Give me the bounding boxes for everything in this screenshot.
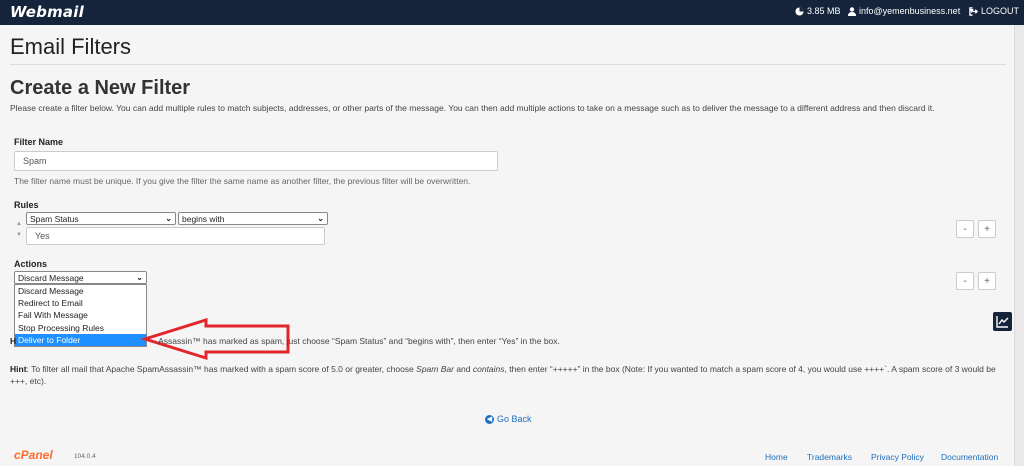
- action-option-stop[interactable]: Stop Processing Rules: [15, 322, 146, 334]
- logout-icon: [969, 6, 978, 16]
- rules-label: Rules: [14, 200, 39, 210]
- remove-rule-button[interactable]: -: [956, 220, 974, 238]
- action-select[interactable]: Discard Message ⌄: [14, 271, 147, 284]
- move-rule-down-icon[interactable]: ▼: [16, 232, 22, 238]
- pie-chart-icon: [795, 6, 804, 16]
- user-email: info@yemenbusiness.net: [859, 6, 961, 16]
- chevron-down-icon: ⌄: [136, 273, 143, 282]
- go-back-label: Go Back: [497, 414, 532, 424]
- footer-link-documentation[interactable]: Documentation: [941, 452, 998, 462]
- action-selected-value: Discard Message: [18, 272, 84, 283]
- disk-usage-indicator[interactable]: 3.85 MB: [795, 6, 841, 16]
- hint2-part2: and: [453, 364, 473, 374]
- hint-spam-status: H Assassin™ has marked as spam, just choo…: [10, 336, 560, 346]
- actions-label: Actions: [14, 259, 48, 269]
- rule-operator-value: begins with: [182, 213, 225, 224]
- hint2-label: Hint: [10, 364, 27, 374]
- footer-link-privacy[interactable]: Privacy Policy: [871, 452, 924, 462]
- filter-name-help: The filter name must be unique. If you g…: [14, 176, 471, 186]
- user-icon: [848, 6, 856, 16]
- webmail-logo[interactable]: Webmail: [10, 3, 84, 21]
- hint2-part1: : To filter all mail that Apache SpamAss…: [26, 364, 417, 374]
- cpanel-version: 104.0.4: [74, 453, 96, 460]
- action-option-redirect[interactable]: Redirect to Email: [15, 297, 146, 309]
- top-navigation-bar: Webmail 3.85 MB info@yemenbusiness.net ▼…: [0, 0, 1024, 25]
- cpanel-logo[interactable]: cPanel: [14, 448, 53, 462]
- circle-arrow-left-icon: ◀: [485, 414, 494, 424]
- page-scrollbar[interactable]: [1014, 25, 1024, 466]
- hint1-text: Assassin™ has marked as spam, just choos…: [158, 336, 560, 346]
- remove-action-button[interactable]: -: [956, 272, 974, 290]
- footer-link-home[interactable]: Home: [765, 452, 788, 462]
- move-rule-up-icon[interactable]: ▲: [16, 221, 22, 227]
- section-title: Create a New Filter: [10, 77, 191, 99]
- filter-name-input[interactable]: Spam: [14, 151, 498, 171]
- hint2-contains: contains: [472, 364, 505, 374]
- rule-field-value: Spam Status: [30, 213, 79, 224]
- rule-value-input[interactable]: Yes: [26, 227, 325, 245]
- intro-text: Please create a filter below. You can ad…: [10, 103, 935, 113]
- hint-spam-score: Hint: To filter all mail that Apache Spa…: [10, 363, 1000, 387]
- rule-field-select[interactable]: Spam Status ⌄: [26, 212, 176, 225]
- page-title: Email Filters: [10, 34, 132, 59]
- chevron-down-icon: ⌄: [165, 214, 172, 223]
- logout-label: LOGOUT: [981, 6, 1020, 16]
- line-chart-icon: [996, 316, 1009, 328]
- stats-chart-button[interactable]: [993, 312, 1012, 331]
- user-menu[interactable]: info@yemenbusiness.net ▼: [848, 6, 975, 16]
- filter-name-label: Filter Name: [14, 137, 64, 147]
- disk-usage-value: 3.85 MB: [807, 6, 841, 16]
- go-back-link[interactable]: ◀ Go Back: [485, 414, 532, 424]
- action-option-discard[interactable]: Discard Message: [15, 285, 146, 297]
- footer-link-trademarks[interactable]: Trademarks: [807, 452, 852, 462]
- chevron-down-icon: ⌄: [317, 214, 324, 223]
- add-action-button[interactable]: +: [978, 272, 996, 290]
- title-divider: [10, 64, 1006, 65]
- add-rule-button[interactable]: +: [978, 220, 996, 238]
- logout-button[interactable]: LOGOUT: [969, 6, 1019, 16]
- action-option-fail[interactable]: Fail With Message: [15, 309, 146, 321]
- hint2-spam-bar: Spam Bar: [416, 364, 454, 374]
- hint1-prefix: H: [10, 336, 17, 346]
- rule-operator-select[interactable]: begins with ⌄: [178, 212, 328, 225]
